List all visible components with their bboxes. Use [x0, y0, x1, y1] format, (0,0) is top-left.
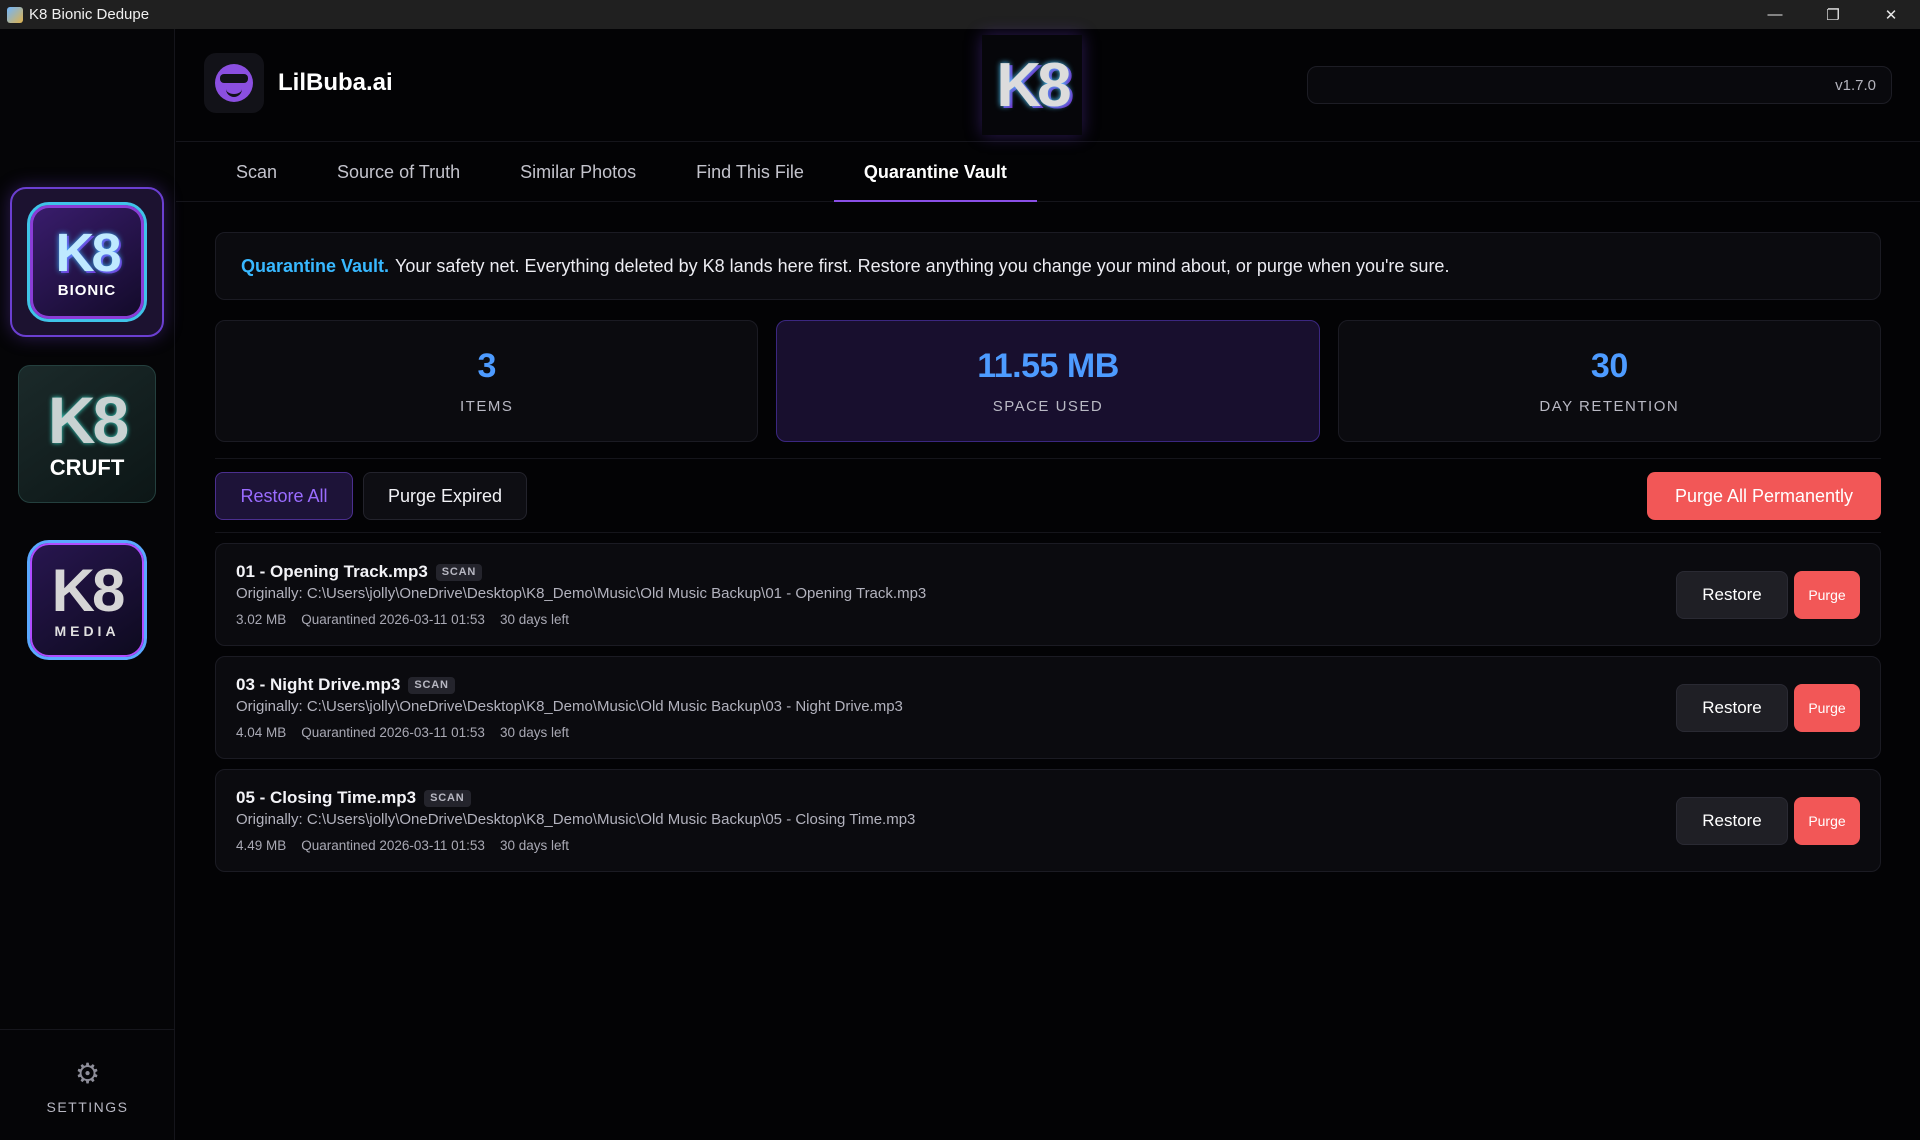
stat-items-value: 3 [477, 347, 496, 385]
app-header: LilBuba.ai K8 v1.7.0 [176, 29, 1920, 142]
restore-button[interactable]: Restore [1676, 684, 1788, 732]
item-meta: 4.04 MB Quarantined 2026-03-11 01:53 30 … [236, 725, 569, 740]
version-label: v1.7.0 [1835, 76, 1876, 94]
settings-button[interactable]: ⚙ SETTINGS [0, 1058, 175, 1116]
purge-expired-button[interactable]: Purge Expired [363, 472, 527, 520]
lilbuba-face-icon [204, 53, 264, 113]
maximize-button[interactable]: ❐ [1804, 0, 1862, 29]
item-original-path: Originally: C:\Users\jolly\OneDrive\Desk… [236, 811, 916, 828]
gear-icon: ⚙ [74, 1058, 101, 1089]
item-name: 05 - Closing Time.mp3 [236, 788, 417, 807]
main-tabs: Scan Source of Truth Similar Photos Find… [176, 142, 1920, 202]
item-quarantined-date: Quarantined 2026-03-11 01:53 [301, 612, 485, 627]
tab-find-this-file[interactable]: Find This File [666, 142, 834, 202]
item-days-left: 30 days left [499, 725, 569, 740]
banner-text: Your safety net. Everything deleted by K… [395, 255, 1450, 276]
restore-all-button[interactable]: Restore All [215, 472, 353, 520]
restore-button[interactable]: Restore [1676, 797, 1788, 845]
tab-source-of-truth[interactable]: Source of Truth [307, 142, 490, 202]
sidebar-divider [0, 1029, 175, 1030]
k8-bionic-logo: K8 BIONIC [27, 202, 147, 322]
bionic-logo-label: BIONIC [57, 281, 117, 299]
divider [215, 458, 1881, 459]
banner-title: Quarantine Vault. [241, 255, 390, 276]
list-item: 05 - Closing Time.mp3 SCAN Originally: C… [215, 769, 1881, 872]
k8-center-logo: K8 [982, 35, 1082, 135]
close-button[interactable]: ✕ [1862, 0, 1920, 29]
app-icon [7, 6, 23, 23]
tab-quarantine-vault[interactable]: Quarantine Vault [833, 142, 1037, 202]
item-days-left: 30 days left [499, 838, 569, 853]
item-size: 4.04 MB [236, 725, 287, 740]
window-title: K8 Bionic Dedupe [29, 6, 150, 23]
list-item: 03 - Night Drive.mp3 SCAN Originally: C:… [215, 656, 1881, 759]
bionic-logo-text: K8 [55, 222, 121, 283]
app-sidebar: K8 BIONIC K8 CRUFT K8 MEDIA ⚙ SETTINGS [0, 29, 175, 1140]
source-badge: SCAN [408, 676, 455, 694]
sidebar-app-cruft[interactable]: K8 CRUFT [10, 359, 164, 509]
minimize-button[interactable]: — [1746, 0, 1804, 29]
purge-button[interactable]: Purge [1794, 571, 1860, 619]
item-name-row: 03 - Night Drive.mp3 SCAN [236, 675, 455, 695]
source-badge: SCAN [435, 563, 483, 581]
purge-button[interactable]: Purge [1794, 797, 1860, 845]
item-size: 4.49 MB [236, 838, 287, 853]
stat-retention-label: DAY RETENTION [1539, 398, 1680, 415]
divider [215, 532, 1881, 533]
stat-retention: 30 DAY RETENTION [1337, 320, 1881, 442]
k8-media-logo: K8 MEDIA [27, 540, 147, 660]
window-titlebar: K8 Bionic Dedupe — ❐ ✕ [0, 0, 1920, 29]
stats-row: 3 ITEMS 11.55 MB SPACE USED 30 DAY RETEN… [215, 320, 1881, 442]
item-original-path: Originally: C:\Users\jolly\OneDrive\Desk… [236, 585, 927, 602]
restore-button[interactable]: Restore [1676, 571, 1788, 619]
media-logo-text: K8 [51, 557, 126, 624]
sidebar-app-media[interactable]: K8 MEDIA [10, 525, 164, 675]
version-display: v1.7.0 [1307, 66, 1892, 104]
cruft-logo-text: K8 [47, 383, 129, 457]
brand-name: LilBuba.ai [278, 69, 393, 96]
tab-scan[interactable]: Scan [206, 142, 307, 202]
stat-items: 3 ITEMS [215, 320, 759, 442]
quarantine-list: 01 - Opening Track.mp3 SCAN Originally: … [215, 543, 1881, 882]
media-logo-label: MEDIA [54, 623, 120, 639]
window-controls: — ❐ ✕ [1746, 0, 1920, 29]
item-meta: 3.02 MB Quarantined 2026-03-11 01:53 30 … [236, 612, 569, 627]
item-name-row: 05 - Closing Time.mp3 SCAN [236, 788, 471, 808]
item-name-row: 01 - Opening Track.mp3 SCAN [236, 562, 483, 582]
brand: LilBuba.ai [204, 53, 393, 113]
item-meta: 4.49 MB Quarantined 2026-03-11 01:53 30 … [236, 838, 569, 853]
stat-space-value: 11.55 MB [977, 347, 1119, 385]
item-name: 01 - Opening Track.mp3 [236, 562, 428, 581]
item-original-path: Originally: C:\Users\jolly\OneDrive\Desk… [236, 698, 903, 715]
item-quarantined-date: Quarantined 2026-03-11 01:53 [301, 725, 485, 740]
source-badge: SCAN [424, 789, 471, 807]
list-item: 01 - Opening Track.mp3 SCAN Originally: … [215, 543, 1881, 646]
item-size: 3.02 MB [236, 612, 287, 627]
center-logo-text: K8 [996, 50, 1071, 120]
tab-similar-photos[interactable]: Similar Photos [490, 142, 666, 202]
vault-actions: Restore All Purge Expired Purge All Perm… [215, 472, 1881, 520]
purge-all-permanently-button[interactable]: Purge All Permanently [1647, 472, 1881, 520]
k8-cruft-logo: K8 CRUFT [18, 365, 156, 503]
info-banner: Quarantine Vault. Your safety net. Every… [215, 232, 1881, 300]
stat-space-label: SPACE USED [992, 398, 1104, 415]
item-name: 03 - Night Drive.mp3 [236, 675, 401, 694]
item-quarantined-date: Quarantined 2026-03-11 01:53 [301, 838, 485, 853]
purge-button[interactable]: Purge [1794, 684, 1860, 732]
stat-retention-value: 30 [1590, 347, 1628, 385]
item-days-left: 30 days left [499, 612, 569, 627]
sidebar-app-bionic[interactable]: K8 BIONIC [10, 187, 164, 337]
stat-space-used: 11.55 MB SPACE USED [776, 320, 1320, 442]
cruft-logo-label: CRUFT [49, 455, 125, 480]
settings-label: SETTINGS [46, 1099, 129, 1115]
stat-items-label: ITEMS [459, 398, 514, 415]
